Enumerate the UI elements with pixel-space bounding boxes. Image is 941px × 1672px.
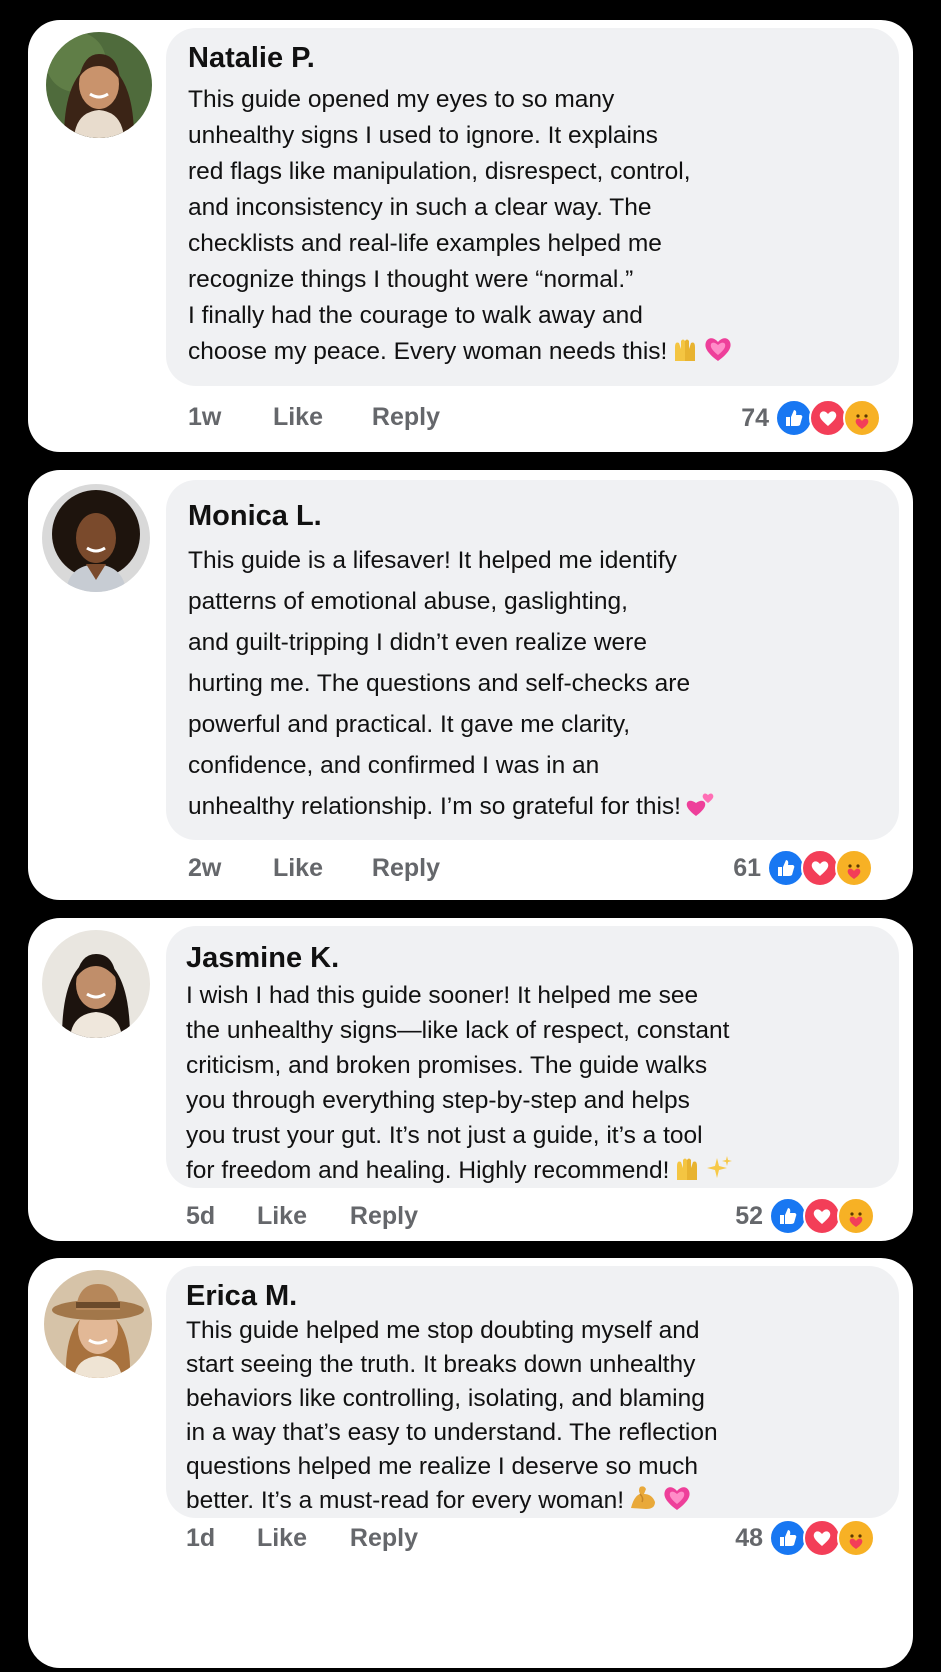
growing-heart-emoji-icon <box>662 1484 692 1522</box>
comment-line: This guide helped me stop doubting mysel… <box>186 1317 700 1344</box>
love-reaction-icon <box>803 1519 841 1557</box>
comment-text: I wish I had this guide sooner! It helpe… <box>186 978 876 1192</box>
comment-timestamp[interactable]: 1d <box>186 1524 250 1553</box>
comment-actions: 1w Like Reply <box>188 403 440 432</box>
care-reaction-icon <box>835 849 873 887</box>
comment-actions: 2w Like Reply <box>188 854 440 883</box>
care-reaction-icon <box>837 1197 875 1235</box>
comment-text: This guide opened my eyes to so many unh… <box>188 82 878 374</box>
reaction-summary[interactable]: 52 <box>735 1196 875 1236</box>
reply-button[interactable]: Reply <box>350 1524 418 1553</box>
comment-timestamp[interactable]: 1w <box>188 403 266 432</box>
reaction-count: 48 <box>735 1523 763 1552</box>
comment-line: powerful and practical. It gave me clari… <box>188 711 631 738</box>
reaction-count: 61 <box>733 853 761 882</box>
like-button[interactable]: Like <box>273 403 365 432</box>
comment-line: recognize things I thought were “normal.… <box>188 266 634 293</box>
comment-line: and guilt-tripping I didn’t even realize… <box>188 629 647 656</box>
author-name[interactable]: Natalie P. <box>188 42 315 75</box>
avatar[interactable] <box>42 484 150 592</box>
like-reaction-icon <box>767 849 805 887</box>
reaction-count: 52 <box>735 1201 763 1230</box>
comment-line: patterns of emotional abuse, gaslighting… <box>188 588 628 615</box>
reply-button[interactable]: Reply <box>372 854 440 883</box>
comment-line: confidence, and confirmed I was in an <box>188 752 600 779</box>
comment-line: criticism, and broken promises. The guid… <box>186 1052 708 1079</box>
reply-button[interactable]: Reply <box>372 403 440 432</box>
two-hearts-emoji-icon <box>685 788 717 831</box>
comment-timestamp[interactable]: 5d <box>186 1202 250 1231</box>
raising-hands-emoji-icon <box>671 335 699 374</box>
comment-line: unhealthy relationship. I’m so grateful … <box>188 786 878 831</box>
love-reaction-icon <box>803 1197 841 1235</box>
like-reaction-icon <box>769 1197 807 1235</box>
comment-line: the unhealthy signs—like lack of respect… <box>186 1017 730 1044</box>
comment-line: hurting me. The questions and self-check… <box>188 670 691 697</box>
comment-text: This guide is a lifesaver! It helped me … <box>188 540 878 831</box>
care-reaction-icon <box>843 399 881 437</box>
love-reaction-icon <box>801 849 839 887</box>
comment-card: Erica M. This guide helped me stop doubt… <box>28 1258 913 1668</box>
comment-line: red flags like manipulation, disrespect,… <box>188 158 691 185</box>
flexed-biceps-emoji-icon <box>628 1484 658 1522</box>
reaction-summary[interactable]: 61 <box>733 848 873 888</box>
comment-line: This guide opened my eyes to so many <box>188 86 615 113</box>
growing-heart-emoji-icon <box>703 335 733 374</box>
comment-line-text: choose my peace. Every woman needs this! <box>188 338 668 365</box>
avatar[interactable] <box>42 930 150 1038</box>
raising-hands-emoji-icon <box>673 1154 701 1192</box>
comment-line: in a way that’s easy to understand. The … <box>186 1419 718 1446</box>
comment-card: Monica L. This guide is a lifesaver! It … <box>28 470 913 900</box>
comment-line: behaviors like controlling, isolating, a… <box>186 1385 705 1412</box>
comment-card: Natalie P. This guide opened my eyes to … <box>28 20 913 452</box>
comment-line: checklists and real-life examples helped… <box>188 230 662 257</box>
comment-line-text: for freedom and healing. Highly recommen… <box>186 1157 670 1184</box>
comment-actions: 1d Like Reply <box>186 1524 418 1553</box>
comment-line: you through everything step-by-step and … <box>186 1087 690 1114</box>
comment-actions: 5d Like Reply <box>186 1202 418 1231</box>
like-reaction-icon <box>769 1519 807 1557</box>
comment-line: unhealthy signs I used to ignore. It exp… <box>188 122 658 149</box>
author-name[interactable]: Erica M. <box>186 1280 297 1313</box>
comment-text: This guide helped me stop doubting mysel… <box>186 1314 876 1522</box>
comment-line: questions helped me realize I deserve so… <box>186 1453 699 1480</box>
comment-card: Jasmine K. I wish I had this guide soone… <box>28 918 913 1241</box>
care-reaction-icon <box>837 1519 875 1557</box>
reaction-count: 74 <box>741 403 769 432</box>
comment-line: better. It’s a must-read for every woman… <box>186 1484 876 1522</box>
comment-line: you trust your gut. It’s not just a guid… <box>186 1122 703 1149</box>
reply-button[interactable]: Reply <box>350 1202 418 1231</box>
sparkles-emoji-icon <box>705 1154 733 1192</box>
comment-line: This guide is a lifesaver! It helped me … <box>188 547 677 574</box>
comment-timestamp[interactable]: 2w <box>188 854 266 883</box>
author-name[interactable]: Monica L. <box>188 500 322 533</box>
comment-line: and inconsistency in such a clear way. T… <box>188 194 652 221</box>
love-reaction-icon <box>809 399 847 437</box>
like-button[interactable]: Like <box>257 1202 343 1231</box>
comment-line-text: unhealthy relationship. I’m so grateful … <box>188 793 681 820</box>
reaction-summary[interactable]: 48 <box>735 1518 875 1558</box>
comment-line: I finally had the courage to walk away a… <box>188 302 643 329</box>
comment-line: I wish I had this guide sooner! It helpe… <box>186 982 699 1009</box>
comment-line: start seeing the truth. It breaks down u… <box>186 1351 696 1378</box>
comment-line: for freedom and healing. Highly recommen… <box>186 1153 876 1192</box>
avatar[interactable] <box>46 32 152 138</box>
comment-line-text: better. It’s a must-read for every woman… <box>186 1487 625 1514</box>
author-name[interactable]: Jasmine K. <box>186 942 339 975</box>
like-reaction-icon <box>775 399 813 437</box>
reaction-summary[interactable]: 74 <box>741 398 881 438</box>
like-button[interactable]: Like <box>273 854 365 883</box>
avatar[interactable] <box>44 1270 152 1378</box>
comment-line: choose my peace. Every woman needs this! <box>188 334 878 374</box>
like-button[interactable]: Like <box>257 1524 343 1553</box>
